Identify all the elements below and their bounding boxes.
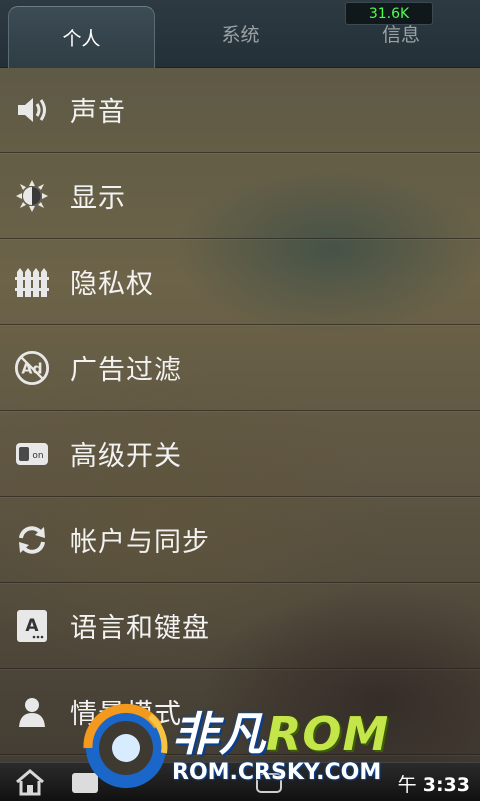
menu-item-label: 高级开关 <box>70 441 182 472</box>
settings-list: 声音 显示 隐私权 Ad 广告过滤 on 高级开关 帐户与同步 A 语言和键盘 <box>0 67 480 755</box>
menu-item-label: 语言和键盘 <box>70 613 210 644</box>
svg-text:A: A <box>25 616 39 636</box>
tab-system[interactable]: 系统 <box>168 0 313 67</box>
time-value: 3:33 <box>422 774 470 796</box>
menu-item-accounts-sync[interactable]: 帐户与同步 <box>0 497 480 583</box>
sync-icon <box>14 522 50 558</box>
watermark: 非凡ROM ROM.CRSKY.COM <box>80 698 410 798</box>
menu-item-label: 广告过滤 <box>70 355 182 386</box>
keyboard-letter-icon: A <box>14 608 50 644</box>
menu-item-ad-filter[interactable]: Ad 广告过滤 <box>0 325 480 411</box>
toggle-on-icon: on <box>14 436 50 472</box>
profile-person-icon <box>14 694 50 730</box>
svg-text:on: on <box>32 451 43 461</box>
menu-item-label: 显示 <box>70 183 126 214</box>
speaker-icon <box>14 92 50 128</box>
brand-logo-icon <box>83 703 168 788</box>
menu-item-display[interactable]: 显示 <box>0 153 480 239</box>
tab-bar: 个人 系统 信息 31.6K <box>0 0 480 68</box>
menu-item-label: 隐私权 <box>70 269 154 300</box>
brightness-icon <box>14 178 50 214</box>
watermark-brand-cn: 非凡 <box>172 707 266 761</box>
menu-item-advanced-switches[interactable]: on 高级开关 <box>0 411 480 497</box>
tab-personal[interactable]: 个人 <box>8 6 155 68</box>
watermark-brand: 非凡ROM <box>172 698 389 764</box>
home-button[interactable] <box>12 767 48 797</box>
network-speed-indicator: 31.6K <box>345 2 433 25</box>
menu-item-privacy[interactable]: 隐私权 <box>0 239 480 325</box>
menu-item-sound[interactable]: 声音 <box>0 67 480 153</box>
home-icon <box>16 769 44 796</box>
menu-item-language-keyboard[interactable]: A 语言和键盘 <box>0 583 480 669</box>
menu-item-label: 声音 <box>70 97 126 128</box>
watermark-brand-rom: ROM <box>266 707 390 761</box>
fence-icon <box>14 264 50 300</box>
watermark-url: ROM.CRSKY.COM <box>172 760 382 785</box>
ad-block-icon: Ad <box>14 350 50 386</box>
menu-item-label: 帐户与同步 <box>70 527 210 558</box>
